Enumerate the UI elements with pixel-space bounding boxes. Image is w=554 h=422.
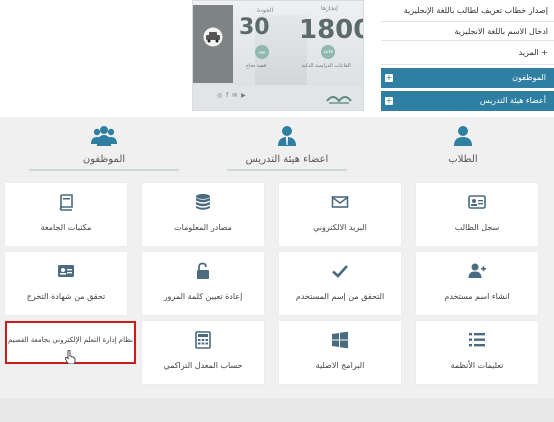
menu-bar-employees-label: الموظفون xyxy=(512,73,546,82)
banner-card1-number: 1800 xyxy=(299,15,363,45)
page-footer-area xyxy=(0,398,554,422)
tile-email[interactable]: البريد الالكتروني xyxy=(279,183,401,246)
tile-reset-password[interactable]: إعادة تعيين كلمة المرور xyxy=(142,252,264,315)
category-students-label: الطلاب xyxy=(448,154,478,165)
tile-libraries-label: مكتبات الجامعة xyxy=(40,223,92,232)
expand-plus-icon[interactable]: + xyxy=(385,74,393,82)
category-students[interactable]: الطلاب xyxy=(388,125,538,165)
tile-info-sources[interactable]: مصادر المعلومات xyxy=(142,183,264,246)
car-icon xyxy=(203,27,223,47)
menu-bar-faculty-label: أعضاء هيئة التدريس xyxy=(479,96,546,105)
certificate-card-icon xyxy=(58,265,74,277)
tile-student-record-label: سجل الطالب xyxy=(454,223,500,232)
database-icon xyxy=(196,194,210,210)
student-icon xyxy=(454,126,472,146)
category-faculty-label: اعضاء هيئة التدريس xyxy=(245,154,329,165)
menu-link-english-name[interactable]: ادخال الاسم باللغة الانجليزية xyxy=(381,22,554,41)
banner-card1-caption: القاعات الدراسية الذكية xyxy=(301,63,351,69)
category-faculty[interactable]: اعضاء هيئة التدريس xyxy=(212,125,362,171)
tile-gpa-calculator[interactable]: حساب المعدل التراكمي xyxy=(142,321,264,384)
social-icons: ◎ f ✉ ▶ xyxy=(217,92,247,99)
book-icon xyxy=(59,194,73,211)
tile-verify-username[interactable]: التحقق من إسم المستخدم xyxy=(279,252,401,315)
windows-icon xyxy=(332,331,348,349)
banner-card2-caption: قصة نجاح xyxy=(245,63,267,69)
menu-bar-employees[interactable]: الموظفون + xyxy=(381,68,554,88)
tile-verify-certificate[interactable]: تحقق من شهادة التخرج xyxy=(5,252,127,315)
tile-verify-certificate-label: تحقق من شهادة التخرج xyxy=(26,292,106,301)
employees-icon xyxy=(91,126,117,146)
banner-card2-number: 30 xyxy=(239,15,270,40)
tile-verify-username-label: التحقق من إسم المستخدم xyxy=(295,292,385,301)
tile-system-instructions[interactable]: تعليمات الأنظمة xyxy=(416,321,538,384)
tile-reset-password-label: إعادة تعيين كلمة المرور xyxy=(163,292,243,301)
tile-lms-label: نظام إدارة التعلم الإلكتروني بجامعة القص… xyxy=(8,336,133,344)
tile-gpa-calculator-label: حساب المعدل التراكمي xyxy=(163,361,243,370)
university-logo xyxy=(326,96,352,104)
banner-card2-title: الجودة xyxy=(257,7,274,14)
tile-system-instructions-label: تعليمات الأنظمة xyxy=(450,361,504,370)
tile-create-username-label: انشاء اسم مستخدم xyxy=(444,292,510,301)
faculty-icon xyxy=(278,126,296,146)
tile-info-sources-label: مصادر المعلومات xyxy=(174,223,232,232)
banner-dark-panel xyxy=(193,5,233,83)
news-banner[interactable]: الجودة 30 يوم قصة نجاح إنجازها 1800 قاعة… xyxy=(192,0,364,111)
tile-original-software[interactable]: البرامج الاصلية xyxy=(279,321,401,384)
menu-link-more[interactable]: + المزيد xyxy=(381,41,554,65)
tile-create-username[interactable]: انشاء اسم مستخدم xyxy=(416,252,538,315)
tile-email-label: البريد الالكتروني xyxy=(313,223,367,232)
unlock-icon xyxy=(197,262,209,279)
id-card-icon xyxy=(468,195,486,209)
tile-lms[interactable]: نظام إدارة التعلم الإلكتروني بجامعة القص… xyxy=(5,321,136,364)
hand-cursor-icon xyxy=(65,350,76,364)
menu-bar-faculty[interactable]: أعضاء هيئة التدريس + xyxy=(381,91,554,111)
category-employees-label: الموظفون xyxy=(82,154,126,165)
expand-plus-icon[interactable]: + xyxy=(385,97,393,105)
add-user-icon xyxy=(468,263,486,278)
banner-card2-badge: يوم xyxy=(255,45,269,59)
banner-card1-badge: قاعة xyxy=(321,45,335,59)
tile-original-software-label: البرامج الاصلية xyxy=(315,361,365,370)
checkmark-icon xyxy=(332,265,348,278)
banner-card1-title: إنجازها xyxy=(321,5,338,12)
right-menu: إصدار خطاب تعريف لطالب باللغة الإنجليزية… xyxy=(381,0,554,111)
category-employees[interactable]: الموظفون xyxy=(24,125,184,171)
list-icon xyxy=(469,333,485,347)
tile-libraries[interactable]: مكتبات الجامعة xyxy=(5,183,127,246)
calculator-icon xyxy=(195,331,211,349)
menu-link-english-letter[interactable]: إصدار خطاب تعريف لطالب باللغة الإنجليزية xyxy=(381,0,554,22)
envelope-icon xyxy=(331,196,349,208)
tile-student-record[interactable]: سجل الطالب xyxy=(416,183,538,246)
